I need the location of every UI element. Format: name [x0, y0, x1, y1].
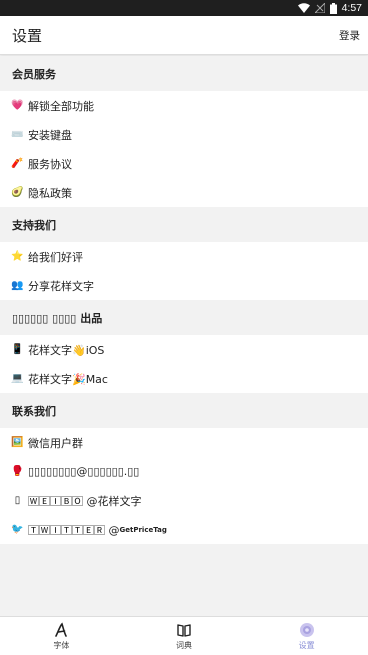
nav-label: 词典: [176, 640, 192, 650]
item-label: 安装键盘: [28, 128, 72, 142]
install-keyboard-item[interactable]: ⌨️ 安装键盘: [0, 120, 368, 149]
twitter-item[interactable]: 🐦 🅃🅆🄸🅃🅃🄴🅁 @ GetPriceTag: [0, 515, 368, 544]
item-label: 🅆🄴🄸🄱🄾 @花样文字: [28, 494, 142, 508]
email-item[interactable]: 🥊 ▯▯▯▯▯▯▯▯@▯▯▯▯▯▯.▯▯: [0, 457, 368, 486]
item-label: 解锁全部功能: [28, 99, 94, 113]
item-label: 分享花样文字: [28, 279, 94, 293]
item-label: 微信用户群: [28, 436, 83, 450]
nav-item-fonts[interactable]: 字体: [0, 617, 123, 655]
unlock-all-features-item[interactable]: 💗 解锁全部功能: [0, 91, 368, 120]
item-label: 隐私政策: [28, 186, 72, 200]
signal-icon: [314, 3, 325, 13]
weibo-item[interactable]: ▯ 🅆🄴🄸🄱🄾 @花样文字: [0, 486, 368, 515]
battery-icon: [329, 2, 337, 14]
users-icon: 👥: [11, 280, 24, 291]
picture-icon: 🖼️: [11, 437, 24, 448]
item-label: 服务协议: [28, 157, 72, 171]
bottom-nav: 字体 词典 设置: [0, 616, 368, 655]
section-header-publisher: ▯▯▯▯▯▯ ▯▯▯▯ 出品: [0, 300, 368, 335]
nav-item-dictionary[interactable]: 词典: [123, 617, 246, 655]
nav-label: 设置: [298, 640, 315, 650]
weibo-icon: ▯: [14, 495, 21, 506]
boxing-glove-icon: 🥊: [11, 466, 24, 477]
status-time: 4:57: [341, 2, 362, 14]
section-header-contact: 联系我们: [0, 393, 368, 428]
nav-label: 字体: [53, 640, 70, 650]
item-label: ▯▯▯▯▯▯▯▯@▯▯▯▯▯▯.▯▯: [28, 465, 140, 478]
app-header: 设置 登录: [0, 16, 368, 55]
section-header-support: 支持我们: [0, 207, 368, 242]
twitter-handle: GetPriceTag: [119, 525, 167, 534]
status-bar: 4:57: [0, 0, 368, 16]
bird-icon: 🐦: [11, 524, 24, 535]
terms-of-service-item[interactable]: 🧨 服务协议: [0, 149, 368, 178]
font-icon: [53, 622, 69, 638]
privacy-policy-item[interactable]: 🥑 隐私政策: [0, 178, 368, 207]
star-icon: ⭐: [11, 251, 24, 262]
keyboard-icon: ⌨️: [11, 129, 24, 140]
avocado-icon: 🥑: [11, 187, 24, 198]
mac-app-item[interactable]: 💻 花样文字🎉Mac: [0, 364, 368, 393]
heart-icon: 💗: [11, 100, 24, 111]
item-label: 花样文字🎉Mac: [28, 372, 108, 386]
settings-list[interactable]: 会员服务 💗 解锁全部功能 ⌨️ 安装键盘 🧨 服务协议 🥑 隐私政策 支持我们…: [0, 56, 368, 616]
item-label: 🅃🅆🄸🅃🅃🄴🅁 @: [28, 523, 120, 537]
settings-icon: [299, 622, 315, 638]
page-title: 设置: [12, 26, 43, 45]
wechat-group-item[interactable]: 🖼️ 微信用户群: [0, 428, 368, 457]
rate-us-item[interactable]: ⭐ 给我们好评: [0, 242, 368, 271]
firecracker-icon: 🧨: [11, 158, 24, 169]
book-icon: [176, 622, 192, 638]
nav-item-settings[interactable]: 设置: [245, 617, 368, 655]
wifi-icon: [297, 3, 310, 13]
ios-app-item[interactable]: 📱 花样文字👋iOS: [0, 335, 368, 364]
section-header-membership: 会员服务: [0, 56, 368, 91]
laptop-icon: 💻: [11, 373, 24, 384]
item-label: 花样文字👋iOS: [28, 343, 105, 357]
phone-icon: 📱: [11, 344, 24, 355]
login-button[interactable]: 登录: [339, 28, 360, 43]
item-label: 给我们好评: [28, 250, 83, 264]
share-app-item[interactable]: 👥 分享花样文字: [0, 271, 368, 300]
